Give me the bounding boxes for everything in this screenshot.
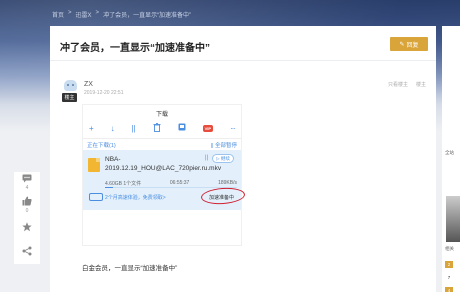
embedded-screenshot[interactable]: 下载 + ↓ || VIP ··· 正在下载(1) || 全部暂停 NBA-20… [82,104,246,246]
gamepad-icon [89,193,103,201]
breadcrumb: 首页 > 迅雷X > 冲了会员，一直显示“加速准备中” [52,10,191,19]
comment-count: 4 [25,185,29,191]
comment-icon[interactable] [14,174,40,185]
highlight-circle [200,186,246,206]
window-icon [178,123,186,133]
trash-icon [153,122,161,134]
reply-label: 回复 [406,42,419,49]
post-card: 冲了会员，一直显示“加速准备中” ✎ 回复 楼主 ZX 2019-12-20 2… [50,26,436,292]
rank-badge: 4 [445,287,453,292]
download-icon: ↓ [110,123,115,133]
pencil-icon: ✎ [399,41,405,48]
file-icon [88,158,100,172]
download-toolbar: + ↓ || VIP ··· [89,122,236,134]
reply-button[interactable]: ✎ 回复 [390,37,428,51]
right-sidebar: 全站 相关 2 7 4 [442,26,460,292]
resume-button: ▷ 继续 [212,154,234,163]
author-name[interactable]: ZX [84,81,93,88]
breadcrumb-current: 冲了会员，一直显示“加速准备中” [103,13,192,19]
pause-icon: || [205,155,209,161]
download-item: NBA-2019.12.19_HOU@LAC_720pier.ru.mkv ||… [83,150,246,210]
rank-badge: 2 [445,261,453,268]
sidebar-heading: 全站 [445,150,454,155]
star-icon[interactable] [14,222,40,234]
download-speed: 189KB/s [218,180,237,186]
breadcrumb-forum[interactable]: 迅雷X [76,10,92,19]
vip-badge: VIP [202,124,214,132]
more-icon: ··· [230,123,236,133]
downloading-section-label: 正在下载(1) [87,143,116,149]
pause-icon: || [131,123,136,133]
rank-badge: 7 [447,275,451,280]
download-meta: 4.60GB 1个文件 06:55:37 189KB/s [105,180,237,187]
pause-all-label: || 全部暂停 [210,143,237,149]
post-body: 白金会员，一直显示“加速准备中” [82,265,178,272]
file-name: NBA-2019.12.19_HOU@LAC_720pier.ru.mkv [105,156,222,172]
add-icon: + [89,123,94,133]
download-header: 下载 [155,112,168,118]
file-size: 4.60GB 1个文件 [105,181,142,187]
post-actions: 只看楼主 楼主 [388,81,426,88]
divider [50,60,436,61]
breadcrumb-separator: > [95,10,100,16]
like-icon[interactable] [14,196,40,208]
share-icon[interactable] [14,246,40,258]
only-author-link[interactable]: 只看楼主 [388,81,408,88]
progress-fill [105,187,113,188]
side-action-bar: 4 0 [14,172,40,264]
free-trial-text: 2个月高速体验，免费领取> [105,195,166,201]
breadcrumb-home[interactable]: 首页 [52,10,64,19]
floor-label: 楼主 [415,82,426,88]
sidebar-heading: 相关 [445,246,454,251]
post-title: 冲了会员，一直显示“加速准备中” [60,43,210,54]
post-date: 2019-12-20 22:51 [84,90,124,96]
time-remaining: 06:55:37 [169,180,190,186]
divider [83,138,241,139]
like-count: 0 [25,208,29,214]
sidebar-thumbnail[interactable] [446,196,460,242]
author-badge: 楼主 [62,93,77,102]
breadcrumb-separator: > [68,10,72,16]
